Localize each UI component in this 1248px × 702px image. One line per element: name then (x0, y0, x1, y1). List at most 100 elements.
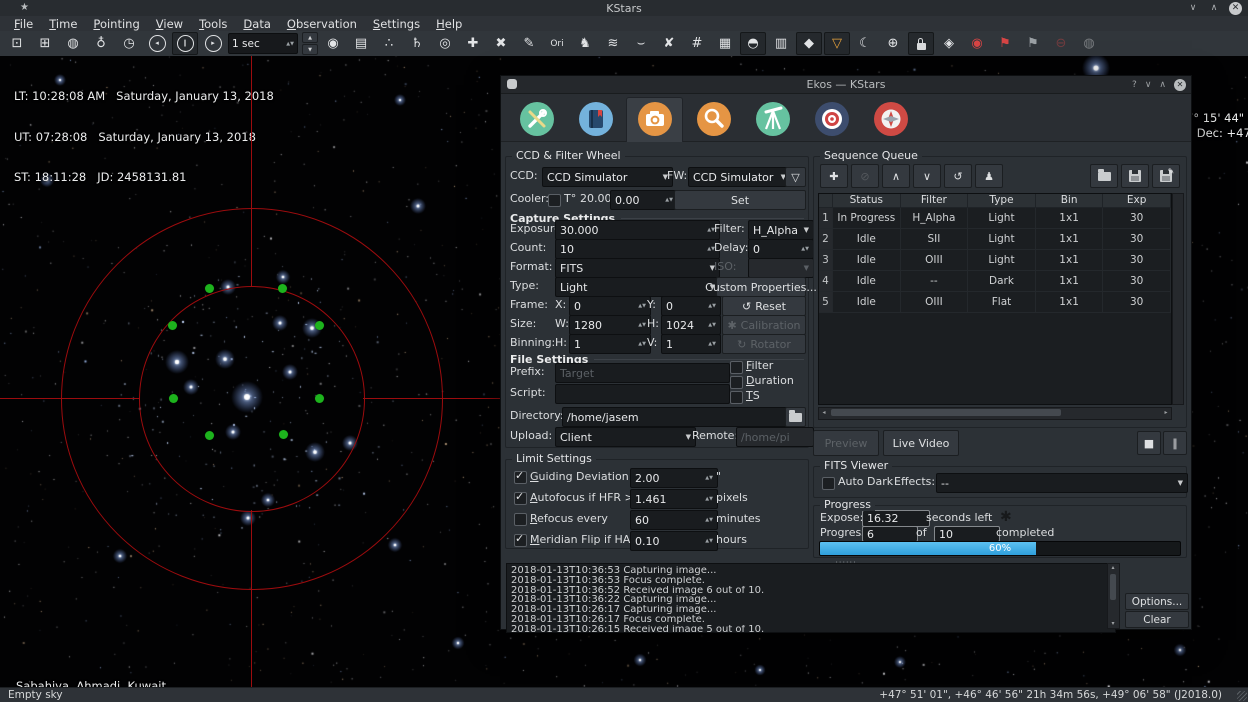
menu-observation[interactable]: Observation (279, 17, 365, 31)
minimize-button[interactable]: ∨ (1187, 3, 1199, 13)
sky-marker-dot[interactable] (315, 321, 324, 330)
ekos-tab-setup[interactable] (508, 97, 565, 142)
target-temperature-spinbox[interactable]: 0.00▲▼ (610, 190, 678, 210)
ekos-tab-align[interactable] (862, 97, 919, 142)
menu-tools[interactable]: Tools (191, 17, 235, 31)
custom-properties-button[interactable]: Custom Properties... (716, 277, 806, 297)
directory-input[interactable]: /home/jasem (562, 407, 790, 427)
save-sequence-as-button[interactable]: ✎ (1152, 164, 1180, 188)
show-horizon-icon[interactable]: ⌣ (628, 32, 654, 55)
pause-simulation-icon[interactable]: ∥ (172, 32, 198, 55)
focus-object-icon[interactable]: ◉ (320, 32, 346, 55)
bin-v-spinbox[interactable]: 1▲▼ (661, 334, 721, 354)
ekos-minimize-button[interactable]: ∨ (1145, 80, 1152, 90)
header-type[interactable]: Type (968, 194, 1036, 208)
zoom-region-icon[interactable]: ⊞ (32, 32, 58, 55)
time-step-backward-icon[interactable]: ◂ (144, 32, 170, 55)
show-info-boxes-icon[interactable]: ▥ (768, 32, 794, 55)
prefix-ts-checkbox[interactable] (730, 391, 743, 404)
fov-symbol-icon[interactable]: ▽ (824, 32, 850, 55)
show-constellation-lines-icon[interactable]: ✎ (516, 32, 542, 55)
spin-arrows-icon[interactable]: ▲▼ (708, 304, 716, 308)
menu-help[interactable]: Help (428, 17, 470, 31)
options-button[interactable]: Options... (1125, 593, 1189, 610)
sequence-job-row-3[interactable]: 3IdleOIIILight1x130 (819, 250, 1171, 271)
show-stars-icon[interactable]: ∴ (376, 32, 402, 55)
whats-interesting-icon[interactable]: ◆ (796, 32, 822, 55)
limit-spinbox-0[interactable]: 2.00▲▼ (630, 468, 718, 488)
script-input[interactable] (555, 384, 730, 404)
count-spinbox[interactable]: 10▲▼ (555, 239, 720, 259)
color-scheme-icon[interactable]: ◈ (936, 32, 962, 55)
prefix-filter-checkbox[interactable] (730, 361, 743, 374)
ccd-combo[interactable]: CCD Simulator▼ (542, 167, 673, 187)
sky-marker-dot[interactable] (278, 284, 287, 293)
header-status[interactable]: Status (833, 194, 901, 208)
limit-checkbox-3[interactable] (514, 534, 527, 547)
sky-marker-dot[interactable] (315, 394, 324, 403)
set-geolocation-icon[interactable]: ♁ (88, 32, 114, 55)
live-video-button[interactable]: Live Video (883, 430, 959, 456)
sky-marker-dot[interactable] (205, 284, 214, 293)
delay-spinbox[interactable]: 0▲▼ (748, 239, 814, 259)
spin-arrows-icon[interactable]: ▲▼ (286, 42, 294, 46)
ekos-tab-scheduler[interactable] (567, 97, 624, 142)
scroll-up-icon[interactable]: ▴ (1108, 564, 1118, 572)
show-constellation-names-icon[interactable]: Ori (544, 32, 570, 55)
format-combo[interactable]: FITS▼ (555, 258, 720, 278)
spin-arrows-icon[interactable]: ▲▼ (705, 539, 713, 543)
pointing-pan-icon[interactable]: ⊡ (4, 32, 30, 55)
reset-jobs-button[interactable]: ↺ (944, 164, 972, 188)
time-step-forward-icon[interactable]: ▸ (200, 32, 226, 55)
reset-frame-button[interactable]: ↺Reset (722, 296, 806, 316)
limit-checkbox-0[interactable] (514, 471, 527, 484)
close-button[interactable]: ✕ (1229, 2, 1242, 15)
set-temperature-button[interactable]: Set (674, 190, 806, 210)
move-job-down-button[interactable]: ∨ (913, 164, 941, 188)
browse-directory-button[interactable] (785, 407, 806, 427)
sequence-job-row-1[interactable]: 1In ProgressH_AlphaLight1x130 (819, 208, 1171, 229)
menu-file[interactable]: File (6, 17, 41, 31)
filter-manager-button[interactable]: ▽ (785, 167, 806, 187)
spin-arrows-icon[interactable]: ▲▼ (705, 518, 713, 522)
auto-dark-checkbox[interactable] (822, 477, 835, 490)
ekos-tab-guide[interactable] (803, 97, 860, 142)
header-bin[interactable]: Bin (1036, 194, 1104, 208)
save-sequence-button[interactable] (1121, 164, 1149, 188)
sequence-table[interactable]: StatusFilterTypeBinExp1In ProgressH_Alph… (818, 193, 1172, 405)
scroll-down-icon[interactable]: ▾ (1108, 620, 1118, 628)
spin-arrows-icon[interactable]: ▲▼ (705, 497, 713, 501)
spin-arrows-icon[interactable]: ▲▼ (638, 342, 646, 346)
limit-spinbox-1[interactable]: 1.461▲▼ (630, 489, 718, 509)
filter-combo[interactable]: H_Alpha▼ (748, 220, 814, 240)
sky-marker-dot[interactable] (205, 431, 214, 440)
show-constellation-art-icon[interactable]: ♞ (572, 32, 598, 55)
limit-spinbox-3[interactable]: 0.10▲▼ (630, 531, 718, 551)
sequence-job-row-2[interactable]: 2IdleSIILight1x130 (819, 229, 1171, 250)
spin-arrows-icon[interactable]: ▲▼ (638, 304, 646, 308)
cooler-checkbox[interactable] (548, 194, 561, 207)
frame-y-spinbox[interactable]: 0▲▼ (661, 296, 721, 316)
header-exp[interactable]: Exp (1103, 194, 1171, 208)
dslr-record-icon[interactable]: ◉ (964, 32, 990, 55)
gray-flag-icon[interactable]: ⚑ (1020, 32, 1046, 55)
limit-checkbox-1[interactable] (514, 492, 527, 505)
header-filter[interactable]: Filter (901, 194, 969, 208)
show-opaque-ground-icon[interactable]: ◓ (740, 32, 766, 55)
open-sequence-button[interactable] (1090, 164, 1118, 188)
sky-marker-dot[interactable] (279, 430, 288, 439)
type-combo[interactable]: Light▼ (555, 277, 720, 297)
pause-sequence-button[interactable]: ∥ (1163, 431, 1187, 455)
spin-arrows-icon[interactable]: ▲▼ (708, 323, 716, 327)
limit-checkbox-2[interactable] (514, 513, 527, 526)
vscroll-thumb[interactable] (1110, 574, 1116, 600)
effects-combo[interactable]: --▼ (936, 473, 1188, 493)
ekos-maximize-button[interactable]: ∧ (1159, 80, 1166, 90)
ekos-close-button[interactable]: ✕ (1174, 79, 1186, 91)
sky-marker-dot[interactable] (168, 321, 177, 330)
show-horizontal-grid-icon[interactable]: ▦ (712, 32, 738, 55)
sequence-job-row-5[interactable]: 5IdleOIIIFlat1x130 (819, 292, 1171, 313)
prefix-duration-checkbox[interactable] (730, 376, 743, 389)
show-solar-system-icon[interactable]: ♄ (404, 32, 430, 55)
limit-spinbox-2[interactable]: 60▲▼ (630, 510, 718, 530)
